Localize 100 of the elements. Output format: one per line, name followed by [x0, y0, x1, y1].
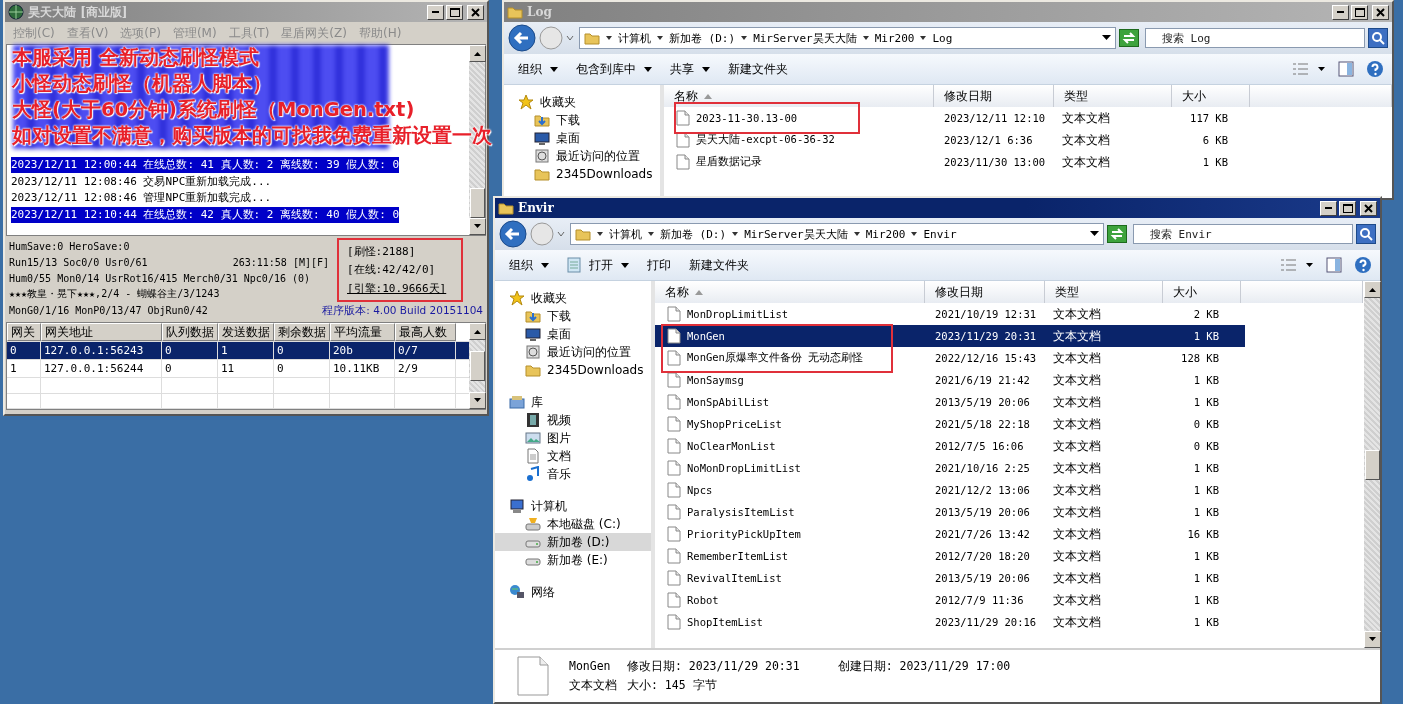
maximize-button[interactable]	[1339, 200, 1356, 216]
column-header[interactable]: 发送数据	[218, 323, 274, 341]
address-bar[interactable]: 计算机 新加卷 (D:) MirServer昊天大陆 Mir200 Log	[579, 27, 1116, 49]
table-row[interactable]: 0 127.0.0.1:56243 0 1 0 20b 0/7	[7, 342, 469, 360]
column-header[interactable]: 大小	[1172, 85, 1250, 107]
scrollbar[interactable]	[1364, 281, 1380, 648]
navigation-item[interactable]: 文档	[495, 447, 651, 465]
close-button[interactable]	[1372, 4, 1389, 20]
file-row[interactable]: MonGen原爆率文件备份 无动态刷怪 2022/12/16 15:43 文本文档 128 KB	[655, 347, 1245, 369]
maximize-button[interactable]	[446, 4, 463, 20]
toolbar-button[interactable]: 共享	[664, 57, 716, 81]
navigation-item[interactable]: 最近访问的位置	[495, 343, 651, 361]
search-field[interactable]: 搜索 Log	[1145, 28, 1365, 48]
column-header[interactable]: 名称	[664, 85, 934, 107]
navigation-item[interactable]: 下载	[495, 307, 651, 325]
file-row[interactable]: ShopItemList 2023/11/29 20:16 文本文档 1 KB	[655, 611, 1245, 633]
file-row[interactable]: 2023-11-30.13-00 2023/12/11 12:10 文本文档 117 KB	[664, 107, 1254, 129]
breadcrumb-item[interactable]: Mir200	[865, 227, 906, 241]
navigation-item[interactable]: 收藏夹	[495, 289, 651, 307]
minimize-button[interactable]	[1332, 4, 1349, 20]
column-header[interactable]: 平均流量	[330, 323, 395, 341]
file-row[interactable]: NoMonDropLimitList 2021/10/16 2:25 文本文档 1 KB	[655, 457, 1245, 479]
table-row[interactable]: 1 127.0.0.1:56244 0 11 0 10.11KB 2/9	[7, 360, 469, 378]
column-header[interactable]: 名称	[655, 281, 925, 303]
file-row[interactable]: MonGen 2023/11/29 20:31 文本文档 1 KB	[655, 325, 1245, 347]
minimize-button[interactable]	[1320, 200, 1337, 216]
dropdown-arrow-icon[interactable]	[1090, 231, 1099, 237]
preview-pane-button[interactable]	[1326, 257, 1342, 273]
breadcrumb-item[interactable]: Envir	[923, 227, 957, 241]
back-button[interactable]	[499, 220, 527, 248]
help-button[interactable]	[1366, 60, 1384, 78]
address-bar[interactable]: 计算机 新加卷 (D:) MirServer昊天大陆 Mir200 Envir	[570, 223, 1104, 245]
breadcrumb-item[interactable]: 新加卷 (D:)	[660, 226, 727, 242]
breadcrumb-item[interactable]: Log	[932, 31, 953, 45]
file-row[interactable]: Robot 2012/7/9 11:36 文本文档 1 KB	[655, 589, 1245, 611]
toolbar-button[interactable]: 打印	[641, 253, 677, 277]
navigation-item[interactable]: 最近访问的位置	[504, 147, 660, 165]
navigation-item[interactable]: 库	[495, 393, 651, 411]
navigation-item[interactable]: 图片	[495, 429, 651, 447]
breadcrumb-item[interactable]: 计算机	[618, 30, 651, 46]
breadcrumb-item[interactable]: 新加卷 (D:)	[669, 30, 736, 46]
navigation-item[interactable]: 桌面	[504, 129, 660, 147]
scroll-thumb[interactable]	[1364, 449, 1380, 480]
preview-pane-button[interactable]	[1338, 61, 1354, 77]
file-row[interactable]: MyShopPriceList 2021/5/18 22:18 文本文档 0 KB	[655, 413, 1245, 435]
column-header[interactable]: 网关	[7, 323, 41, 341]
toolbar-button[interactable]: 新建文件夹	[722, 57, 794, 81]
navigation-item[interactable]: 新加卷 (D:)	[495, 533, 651, 551]
file-row[interactable]: MonSaymsg 2021/6/19 21:42 文本文档 1 KB	[655, 369, 1245, 391]
file-row[interactable]: NoClearMonList 2012/7/5 16:06 文本文档 0 KB	[655, 435, 1245, 457]
navigation-item[interactable]: 本地磁盘 (C:)	[495, 515, 651, 533]
file-row[interactable]: MonSpAbilList 2013/5/19 20:06 文本文档 1 KB	[655, 391, 1245, 413]
maximize-button[interactable]	[1351, 4, 1368, 20]
search-field[interactable]: 搜索 Envir	[1133, 224, 1353, 244]
view-options-button[interactable]	[1280, 257, 1314, 273]
scrollbar[interactable]	[469, 323, 485, 409]
navigation-item[interactable]: 音乐	[495, 465, 651, 483]
column-header[interactable]: 网关地址	[41, 323, 162, 341]
toolbar-button[interactable]: 打开	[561, 253, 635, 277]
breadcrumb-item[interactable]: Mir200	[874, 31, 915, 45]
toolbar-button[interactable]: 包含到库中	[570, 57, 658, 81]
caret-icon[interactable]	[557, 230, 565, 238]
file-row[interactable]: PriorityPickUpItem 2021/7/26 13:42 文本文档 16 KB	[655, 523, 1245, 545]
breadcrumb-item[interactable]: MirServer昊天大陆	[744, 226, 848, 242]
caret-icon[interactable]	[566, 34, 574, 42]
column-header[interactable]: 修改日期	[934, 85, 1054, 107]
search-button[interactable]	[1356, 224, 1376, 244]
toolbar-button[interactable]: 组织	[503, 253, 555, 277]
file-row[interactable]: RememberItemList 2012/7/20 18:20 文本文档 1 KB	[655, 545, 1245, 567]
file-row[interactable]: MonDropLimitList 2021/10/19 12:31 文本文档 2 KB	[655, 303, 1245, 325]
navigation-item[interactable]: 桌面	[495, 325, 651, 343]
navigation-item[interactable]: 新加卷 (E:)	[495, 551, 651, 569]
navigation-item[interactable]: 网络	[495, 583, 651, 601]
column-header[interactable]: 类型	[1045, 281, 1163, 303]
back-button[interactable]	[508, 24, 536, 52]
toolbar-button[interactable]: 组织	[512, 57, 564, 81]
file-row[interactable]: Npcs 2021/12/2 13:06 文本文档 1 KB	[655, 479, 1245, 501]
column-header[interactable]: 最高人数	[395, 323, 456, 341]
toolbar-button[interactable]: 新建文件夹	[683, 253, 755, 277]
minimize-button[interactable]	[427, 4, 444, 20]
close-button[interactable]	[1360, 200, 1377, 216]
navigation-item[interactable]: 2345Downloads	[504, 165, 660, 183]
navigation-item[interactable]: 下载	[504, 111, 660, 129]
file-row[interactable]: RevivalItemList 2013/5/19 20:06 文本文档 1 KB	[655, 567, 1245, 589]
column-header[interactable]: 队列数据	[162, 323, 218, 341]
navigation-item[interactable]: 视频	[495, 411, 651, 429]
column-header[interactable]: 大小	[1163, 281, 1241, 303]
breadcrumb-item[interactable]: 计算机	[609, 226, 642, 242]
column-header[interactable]: 类型	[1054, 85, 1172, 107]
navigation-item[interactable]: 收藏夹	[504, 93, 660, 111]
column-header[interactable]: 剩余数据	[274, 323, 330, 341]
file-row[interactable]: ParalysisItemList 2013/5/19 20:06 文本文档 1 KB	[655, 501, 1245, 523]
scroll-thumb[interactable]	[469, 188, 485, 218]
navigation-item[interactable]: 2345Downloads	[495, 361, 651, 379]
scroll-thumb[interactable]	[469, 351, 485, 381]
close-button[interactable]	[467, 4, 484, 20]
breadcrumb-item[interactable]: MirServer昊天大陆	[753, 30, 857, 46]
dropdown-arrow-icon[interactable]	[1102, 35, 1111, 41]
file-row[interactable]: 星盾数据记录 2023/11/30 13:00 文本文档 1 KB	[664, 151, 1254, 173]
help-button[interactable]	[1354, 256, 1372, 274]
